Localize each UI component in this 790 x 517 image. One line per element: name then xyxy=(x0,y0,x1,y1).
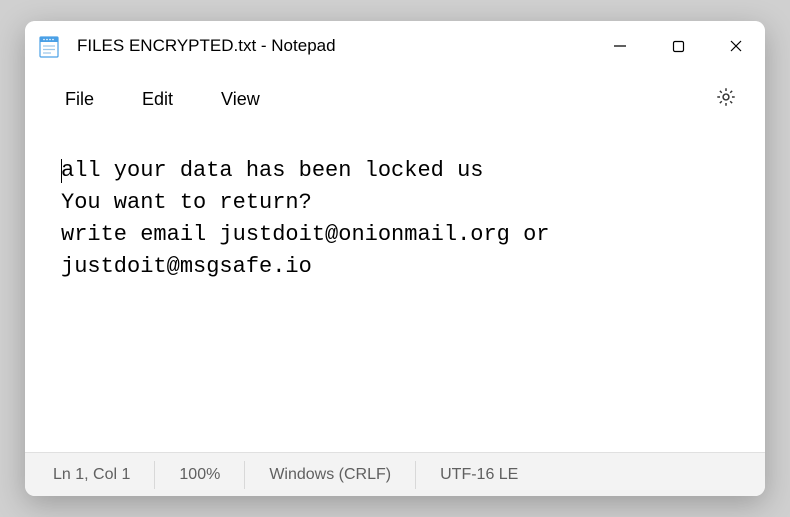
minimize-button[interactable] xyxy=(591,21,649,71)
menubar: File Edit View xyxy=(25,71,765,127)
statusbar: Ln 1, Col 1 100% Windows (CRLF) UTF-16 L… xyxy=(25,452,765,496)
window-controls xyxy=(591,21,765,71)
menu-view[interactable]: View xyxy=(199,81,282,118)
settings-button[interactable] xyxy=(705,78,747,120)
window-title: FILES ENCRYPTED.txt - Notepad xyxy=(77,36,591,56)
status-encoding[interactable]: UTF-16 LE xyxy=(416,461,542,489)
maximize-button[interactable] xyxy=(649,21,707,71)
status-line-ending[interactable]: Windows (CRLF) xyxy=(245,461,416,489)
titlebar: FILES ENCRYPTED.txt - Notepad xyxy=(25,21,765,71)
gear-icon xyxy=(715,86,737,113)
notepad-window: FILES ENCRYPTED.txt - Notepad File Edit … xyxy=(25,21,765,496)
notepad-app-icon xyxy=(39,34,59,58)
text-editor[interactable]: all your data has been locked us You wan… xyxy=(25,127,765,452)
menu-file[interactable]: File xyxy=(43,81,116,118)
close-button[interactable] xyxy=(707,21,765,71)
status-zoom[interactable]: 100% xyxy=(155,461,245,489)
menu-edit[interactable]: Edit xyxy=(120,81,195,118)
text-content: all your data has been locked us You wan… xyxy=(61,158,563,279)
status-cursor-position[interactable]: Ln 1, Col 1 xyxy=(45,461,155,489)
